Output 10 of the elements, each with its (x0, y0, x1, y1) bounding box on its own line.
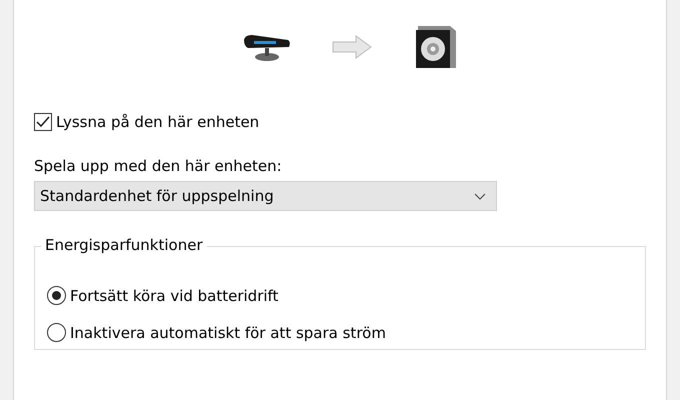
checkbox-label[interactable]: Lyssna på den här enheten (56, 113, 260, 131)
field-label: Spela upp med den här enheten: (34, 157, 283, 175)
group-title: Energisparfunktioner (41, 236, 207, 254)
radio-option[interactable]: Inaktivera automatiskt för att spara ström (47, 314, 386, 351)
checkbox[interactable] (34, 113, 52, 131)
radio-option[interactable]: Fortsätt köra vid batteridrift (47, 277, 278, 314)
chevron-icon (474, 192, 486, 200)
device-dropdown[interactable]: Standardenhet för uppspelning (34, 181, 497, 211)
arrow-icon (332, 35, 372, 59)
webcam-icon (242, 32, 292, 62)
